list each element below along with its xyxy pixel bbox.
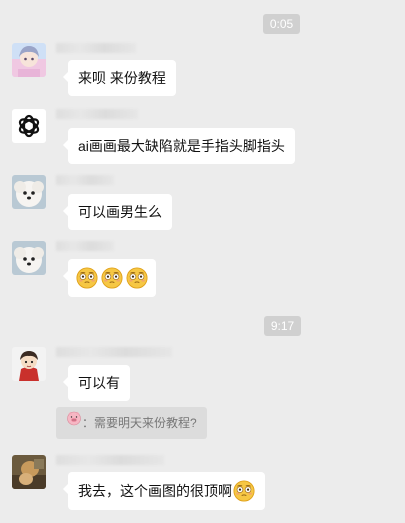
sender-name-blurred <box>56 347 172 357</box>
timestamp: 9:17 <box>264 316 301 336</box>
flushed-face-emoji-icon <box>233 480 255 502</box>
anime-girl-avatar-icon[interactable] <box>12 43 46 77</box>
message-bubble[interactable]: 来呗 来份教程 <box>63 60 176 96</box>
sender-name-blurred <box>56 43 136 53</box>
flushed-face-emoji-icon <box>76 267 98 289</box>
openai-logo-avatar-icon[interactable] <box>12 109 46 143</box>
sender-name-blurred <box>56 241 114 251</box>
message-bubble[interactable]: 可以画男生么 <box>63 194 172 230</box>
flushed-face-emoji-icon <box>126 267 148 289</box>
white-dog-avatar-icon[interactable] <box>12 241 46 275</box>
message-bubble[interactable]: ai画画最大缺陷就是手指头脚指头 <box>63 128 295 164</box>
pig-face-icon <box>66 406 82 438</box>
flushed-face-emoji-icon <box>101 267 123 289</box>
photo-avatar-icon[interactable] <box>12 455 46 489</box>
message-bubble[interactable]: 我去，这个画图的很顶啊 <box>63 472 265 510</box>
quoted-message[interactable]: ：需要明天来份教程? <box>56 407 207 439</box>
white-dog-avatar-icon[interactable] <box>12 175 46 209</box>
chat-window: 0:05 来呗 来份教程 ai画画最大缺陷就是手指头脚指头 可以画男生么 9:1… <box>0 0 405 523</box>
cartoon-character-avatar-icon[interactable] <box>12 347 46 381</box>
sender-name-blurred <box>56 455 164 465</box>
sender-name-blurred <box>56 175 114 185</box>
message-bubble[interactable]: 可以有 <box>63 365 130 401</box>
emoji-message-bubble[interactable] <box>63 259 156 297</box>
timestamp: 0:05 <box>263 14 300 34</box>
quoted-text: ：需要明天来份教程? <box>82 416 197 430</box>
message-text: 我去，这个画图的很顶啊 <box>78 483 232 499</box>
sender-name-blurred <box>56 109 138 119</box>
